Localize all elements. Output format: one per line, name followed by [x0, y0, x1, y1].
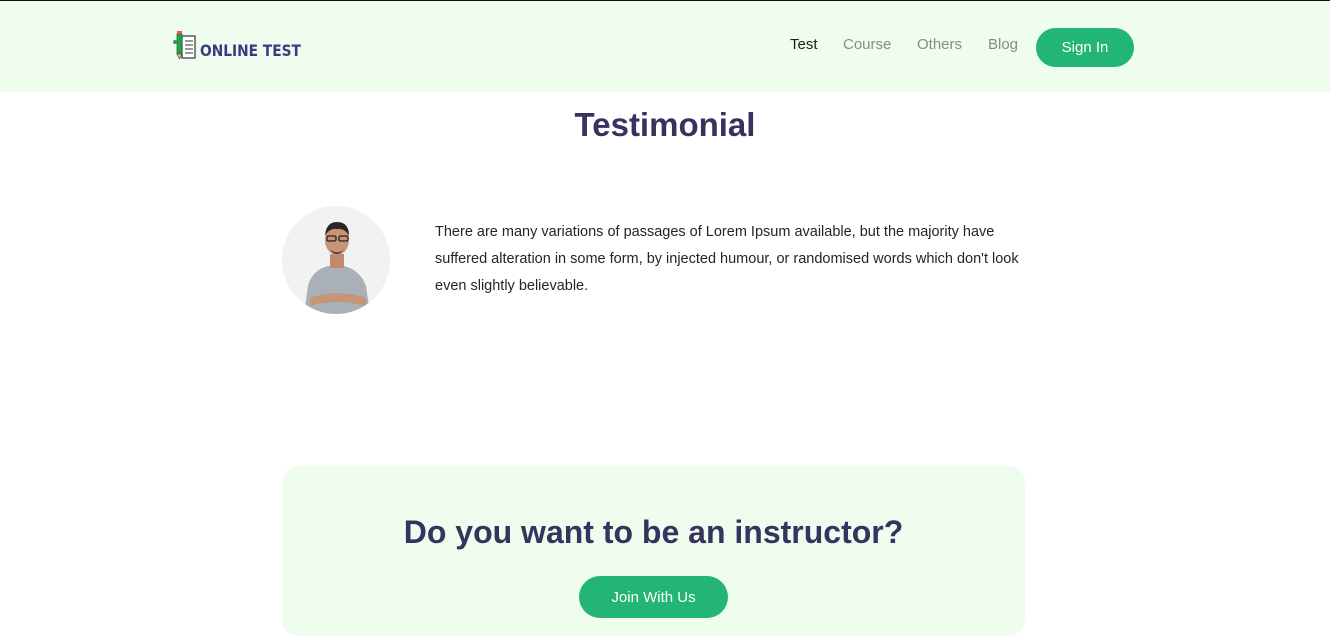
site-header: ONLINE TEST Test Course Others Blog Sign…: [0, 1, 1330, 92]
testimonial-title: Testimonial: [574, 106, 756, 143]
logo[interactable]: ONLINE TEST: [172, 28, 302, 64]
nav-test[interactable]: Test: [790, 36, 818, 53]
logo-text: ONLINE TEST: [200, 41, 301, 60]
cta-title: Do you want to be an instructor?: [403, 514, 904, 550]
pencil-clipboard-icon: [173, 31, 196, 60]
avatar: [282, 206, 390, 314]
nav-blog[interactable]: Blog: [988, 36, 1018, 53]
sign-in-button[interactable]: Sign In: [1036, 28, 1134, 67]
join-with-us-button[interactable]: Join With Us: [579, 576, 728, 618]
nav-course[interactable]: Course: [843, 36, 891, 53]
instructor-cta: Do you want to be an instructor? Join Wi…: [282, 466, 1025, 636]
person-photo: [282, 206, 390, 314]
nav-others[interactable]: Others: [917, 36, 962, 53]
testimonial-quote: There are many variations of passages of…: [435, 224, 1019, 294]
